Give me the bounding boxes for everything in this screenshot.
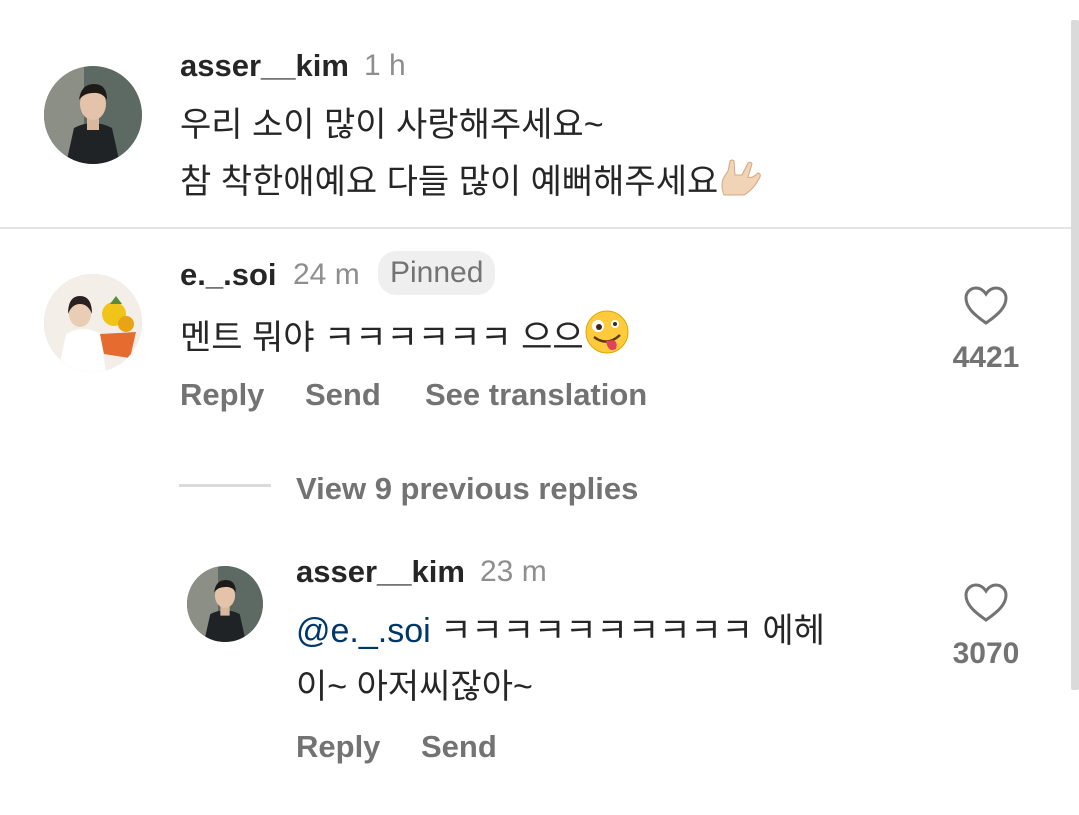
like-count: 4421: [952, 341, 1020, 374]
comment-username[interactable]: e._.soi: [180, 257, 277, 293]
comment-timestamp: 1 h: [364, 49, 406, 82]
send-button[interactable]: Send: [421, 729, 497, 765]
like-button[interactable]: [963, 582, 1009, 624]
reply-timestamp: 23 m: [480, 555, 547, 588]
view-previous-replies-button[interactable]: View 9 previous replies: [296, 471, 638, 507]
comment-text-line-1: 우리 소이 많이 사랑해주세요~: [180, 106, 604, 144]
comment-divider: [0, 227, 1079, 229]
avatar-e-soi[interactable]: [44, 274, 142, 372]
heart-outline-icon: [964, 583, 1008, 622]
avatar-asser-kim[interactable]: [44, 66, 142, 164]
comment-text: 멘트 뭐야 ㅋㅋㅋㅋㅋㅋ 으으: [180, 309, 630, 369]
reply-text-line-2: 이~ 아저씨잖아~: [296, 668, 533, 706]
reply-username[interactable]: asser__kim: [296, 554, 465, 590]
zany-face-emoji: [584, 309, 630, 369]
scrollbar[interactable]: [1071, 20, 1079, 690]
comment-text-line-2-content: 참 착한애예요 다들 많이 예뻐해주세요: [180, 163, 719, 201]
love-you-gesture-emoji: [718, 159, 762, 213]
reply-button[interactable]: Reply: [296, 729, 380, 765]
comment-username[interactable]: asser__kim: [180, 48, 349, 84]
mention-link[interactable]: @e._.soi: [296, 612, 431, 650]
comment-text-line-2: 참 착한애예요 다들 많이 예뻐해주세요: [180, 157, 762, 213]
reply-text-content: ㅋㅋㅋㅋㅋㅋㅋㅋㅋㅋ 에헤: [430, 612, 825, 650]
comment-text-content: 멘트 뭐야 ㅋㅋㅋㅋㅋㅋ 으으: [180, 319, 584, 357]
replies-thread-line: [179, 484, 271, 487]
like-count: 3070: [952, 637, 1020, 670]
reply-button[interactable]: Reply: [180, 377, 264, 413]
send-button[interactable]: Send: [305, 377, 381, 413]
see-translation-button[interactable]: See translation: [425, 377, 647, 413]
pinned-badge: Pinned: [378, 251, 496, 295]
like-button[interactable]: [963, 285, 1009, 327]
avatar-asser-kim-reply[interactable]: [187, 566, 263, 642]
heart-outline-icon: [964, 286, 1008, 325]
comment-timestamp: 24 m: [293, 258, 360, 291]
reply-text-line-1: @e._.soi ㅋㅋㅋㅋㅋㅋㅋㅋㅋㅋ 에헤: [296, 606, 825, 656]
